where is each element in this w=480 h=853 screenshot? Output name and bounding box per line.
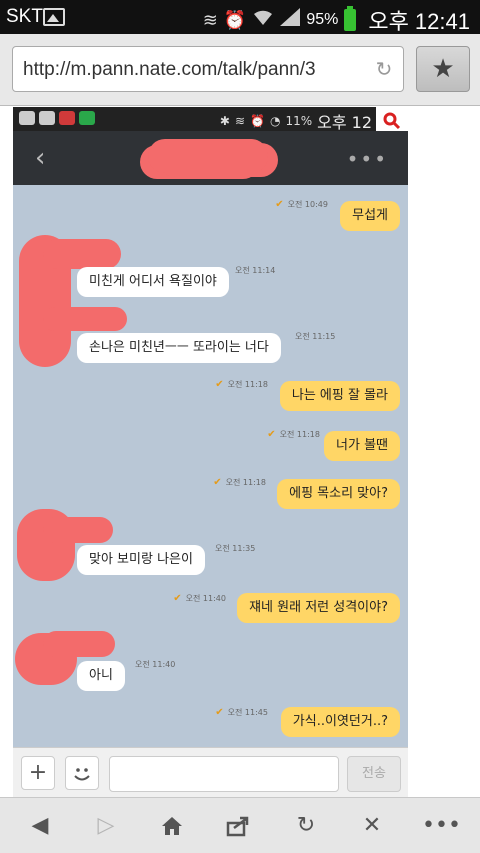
message-time: ✔ 오전 11:18: [215, 379, 268, 390]
redacted-name: [43, 307, 127, 331]
bluetooth-icon: ✱: [219, 114, 230, 128]
star-icon: ★: [431, 54, 455, 84]
chat-header: ‹ •••: [13, 131, 408, 185]
alarm-icon: ⏰: [223, 10, 247, 30]
message-time: 오전 11:14: [235, 266, 276, 275]
message-time: ✔ 오전 11:18: [213, 477, 266, 488]
image-notification-icon: [43, 8, 65, 26]
search-icon: [383, 112, 401, 130]
vibrate-icon: ≋: [202, 10, 218, 30]
message-bubble-sent: 쟤네 원래 저런 성격이야?: [237, 593, 400, 623]
status-bar: SKT ≋ ⏰ 95% 오후 12:41: [0, 0, 480, 34]
emoticon-button[interactable]: [65, 756, 99, 790]
share-icon[interactable]: [222, 810, 254, 842]
page-content: ✱ ≋ ⏰ ◔ 11% 오후 12 ‹ ••• ✔ 오전 10:49 무섭게 미…: [0, 107, 480, 797]
message-time: 오전 11:35: [215, 544, 256, 553]
redacted-name: [43, 631, 115, 657]
message-input[interactable]: [109, 756, 339, 792]
message-bubble-received: 미친게 어디서 욕질이야: [77, 267, 229, 297]
back-icon[interactable]: ◀: [24, 810, 56, 842]
more-icon[interactable]: •••: [347, 147, 388, 171]
back-chevron-icon[interactable]: ‹: [35, 143, 45, 173]
url-field[interactable]: http://m.pann.nate.com/talk/pann/3 ↻: [12, 46, 404, 92]
message-time: ✔ 오전 10:49: [275, 199, 328, 210]
message-time: ✔ 오전 11:18: [267, 429, 320, 440]
close-icon[interactable]: ✕: [356, 810, 388, 842]
message-icon: [79, 111, 95, 125]
status-icons: ≋ ⏰ 95% 오후 12:41: [203, 4, 470, 36]
screenshot-clock: 오후 12: [317, 113, 372, 132]
mail-icon: [59, 111, 75, 125]
chat-screenshot: ✱ ≋ ⏰ ◔ 11% 오후 12 ‹ ••• ✔ 오전 10:49 무섭게 미…: [13, 107, 408, 797]
clock: 오후 12:41: [368, 9, 470, 34]
message-input-bar: + 전송: [13, 747, 408, 797]
wifi-icon: ◔: [269, 114, 281, 128]
message-time: 오전 11:15: [295, 332, 336, 341]
message-list: ✔ 오전 10:49 무섭게 미친게 어디서 욕질이야 오전 11:14 손나은 …: [13, 185, 408, 747]
message-bubble-sent: 무섭게: [340, 201, 400, 231]
attach-plus-button[interactable]: +: [21, 756, 55, 790]
message-time: ✔ 오전 11:40: [173, 593, 226, 604]
battery-percent: 11%: [285, 114, 313, 128]
bookmark-button[interactable]: ★: [416, 46, 470, 92]
message-time: ✔ 오전 11:45: [215, 707, 268, 718]
wifi-icon: [252, 8, 274, 32]
url-text: http://m.pann.nate.com/talk/pann/3: [23, 59, 316, 80]
message-bubble-sent: 너가 볼땐: [324, 431, 400, 461]
message-bubble-received: 맞아 보미랑 나은이: [77, 545, 205, 575]
add-icon: [19, 111, 35, 125]
message-bubble-sent: 가식..이엿던거..?: [280, 707, 400, 737]
redacted-name: [43, 239, 121, 269]
message-bubble-received: 손나은 미친년ㅡㅡ 또라이는 너다: [77, 333, 281, 363]
message-bubble-received: 아니: [77, 661, 125, 691]
redacted-chat-title: [148, 139, 268, 173]
carrier-label: SKT: [6, 6, 43, 27]
more-icon[interactable]: •••: [422, 810, 461, 842]
refresh-icon[interactable]: ↻: [290, 810, 322, 842]
forward-icon[interactable]: ▷: [90, 810, 122, 842]
screenshot-status-bar: ✱ ≋ ⏰ ◔ 11% 오후 12: [13, 107, 408, 135]
message-bubble-sent: 나는 에핑 잘 몰라: [279, 381, 400, 411]
reload-icon[interactable]: ↻: [373, 57, 395, 81]
browser-toolbar: ◀ ▷ ↻ ✕ •••: [0, 797, 480, 853]
message-bubble-sent: 에핑 목소리 맞아?: [277, 479, 400, 509]
redacted-name: [43, 517, 113, 543]
browser-url-bar: http://m.pann.nate.com/talk/pann/3 ↻ ★: [0, 34, 480, 106]
image-icon: [39, 111, 55, 125]
home-icon[interactable]: [156, 810, 188, 842]
vibrate-icon: ≋: [234, 114, 245, 128]
alarm-icon: ⏰: [250, 114, 265, 128]
message-time: 오전 11:40: [135, 660, 176, 669]
signal-icon: [280, 8, 301, 32]
send-button[interactable]: 전송: [347, 756, 401, 792]
smiley-icon: [74, 768, 90, 781]
battery-percent: 95%: [306, 11, 339, 28]
battery-icon: [344, 6, 357, 31]
